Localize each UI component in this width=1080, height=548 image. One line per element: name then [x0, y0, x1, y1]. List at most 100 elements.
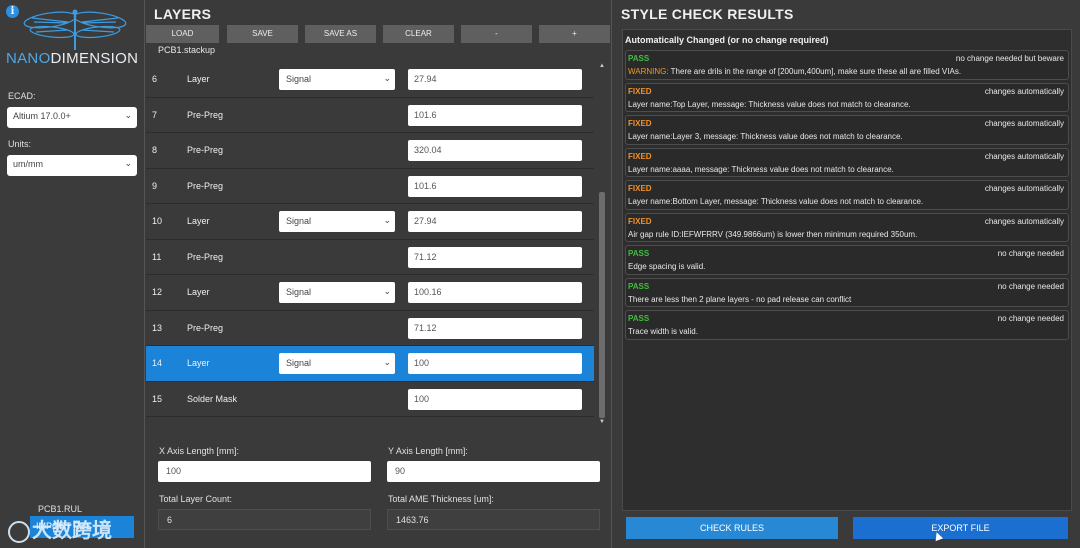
clear-button[interactable]: CLEAR	[383, 25, 454, 43]
layer-number: 15	[152, 393, 163, 404]
layer-kind-select[interactable]: Signal ⌄	[279, 211, 395, 232]
style-check-title: STYLE CHECK RESULTS	[621, 6, 794, 22]
layers-title: LAYERS	[154, 6, 212, 22]
ecad-label: ECAD:	[8, 91, 36, 101]
result-item: FIXED changes automatically Layer name:B…	[625, 180, 1069, 210]
layer-type: Layer	[187, 358, 210, 368]
result-action: no change needed	[997, 314, 1064, 323]
result-message: Layer name:aaaa, message: Thickness valu…	[628, 164, 894, 174]
result-item: PASS no change needed Trace width is val…	[625, 310, 1069, 340]
layers-panel: LAYERS LOAD SAVE SAVE AS CLEAR - + PCB1.…	[146, 0, 612, 548]
result-item: PASS no change needed There are less the…	[625, 277, 1069, 307]
result-action: no change needed but beware	[955, 54, 1064, 63]
layer-thickness-input[interactable]: 100	[408, 353, 582, 374]
results-list: PASS no change needed but beware WARNING…	[623, 50, 1071, 343]
scroll-up-icon[interactable]: ▲	[598, 63, 606, 69]
layer-kind-value: Signal	[286, 74, 312, 84]
layer-thickness-input[interactable]: 101.6	[408, 104, 582, 126]
layer-type: Layer	[187, 216, 210, 226]
table-row[interactable]: 10 Layer Signal ⌄ 27.94	[146, 204, 594, 240]
result-action: no change needed	[997, 281, 1064, 291]
layer-kind-value: Signal	[286, 216, 312, 226]
warning-text: There are drils in the range of [200um,4…	[668, 67, 962, 76]
layer-type: Pre-Preg	[187, 251, 224, 262]
result-action: changes automatically	[984, 216, 1064, 226]
units-select[interactable]: um/mm ⌄	[7, 155, 137, 176]
scroll-down-icon[interactable]: ▼	[598, 419, 606, 425]
layer-table: 6 Layer Signal ⌄ 27.94 7 Pre-Preg 101.6 8…	[146, 62, 594, 417]
style-check-panel: STYLE CHECK RESULTS Automatically Change…	[613, 0, 1080, 548]
table-row[interactable]: 9 Pre-Preg 101.6	[146, 169, 594, 204]
layer-thickness-input[interactable]: 71.12	[408, 317, 582, 339]
table-row[interactable]: 12 Layer Signal ⌄ 100.16	[146, 275, 594, 311]
result-action: changes automatically	[984, 119, 1064, 128]
layer-kind-select[interactable]: Signal ⌄	[279, 69, 395, 90]
table-row[interactable]: 13 Pre-Preg 71.12	[146, 311, 594, 346]
result-message: There are less then 2 plane layers - no …	[628, 294, 852, 304]
watermark-logo-icon	[8, 520, 30, 543]
layer-type: Layer	[187, 74, 210, 84]
result-action: changes automatically	[984, 86, 1064, 96]
stackup-file-name: PCB1.stackup	[158, 45, 216, 55]
layer-kind-select[interactable]: Signal ⌄	[279, 282, 395, 303]
rul-file-name: PCB1.RUL	[38, 504, 83, 514]
dragonfly-logo-icon	[23, 9, 127, 50]
remove-layer-button[interactable]: -	[461, 25, 532, 43]
chevron-down-icon: ⌄	[383, 357, 391, 367]
add-layer-button[interactable]: +	[539, 25, 610, 43]
sidebar: i NANODIMENSION ECAD: Altium 17.0.0+ ⌄ U…	[0, 0, 145, 548]
layer-thickness-input[interactable]: 71.12	[408, 246, 582, 268]
chevron-down-icon: ⌄	[383, 215, 391, 225]
result-item: FIXED changes automatically Layer name:a…	[625, 147, 1069, 177]
status-badge: PASS	[628, 54, 650, 63]
ecad-select-value: Altium 17.0.0+	[13, 111, 71, 121]
table-row[interactable]: 8 Pre-Preg 320.04	[146, 133, 594, 169]
table-row-selected[interactable]: 14 Layer Signal ⌄ 100	[146, 346, 594, 382]
info-icon[interactable]: i	[6, 5, 19, 18]
layer-number: 6	[152, 74, 158, 84]
layer-thickness-input[interactable]: 27.94	[408, 69, 582, 90]
layer-thickness-input[interactable]: 101.6	[408, 175, 582, 197]
layer-thickness-input[interactable]: 320.04	[408, 140, 582, 161]
result-item: FIXED changes automatically Air gap rule…	[625, 212, 1069, 242]
table-row[interactable]: 6 Layer Signal ⌄ 27.94	[146, 62, 594, 98]
table-row[interactable]: 7 Pre-Preg 101.6	[146, 98, 594, 133]
layer-kind-value: Signal	[286, 287, 312, 297]
check-rules-button[interactable]: CHECK RULES	[626, 517, 838, 539]
status-badge: PASS	[628, 249, 650, 258]
scroll-thumb[interactable]	[599, 192, 605, 418]
status-badge: PASS	[628, 281, 650, 291]
status-badge: FIXED	[628, 86, 652, 96]
result-item: PASS no change needed but beware WARNING…	[625, 50, 1069, 80]
status-badge: FIXED	[628, 119, 652, 128]
layer-table-scrollbar[interactable]: ▲ ▼	[598, 62, 606, 426]
layer-number: 11	[152, 251, 162, 262]
result-item: FIXED changes automatically Layer name:L…	[625, 115, 1069, 145]
units-select-value: um/mm	[13, 159, 43, 169]
layer-count-label: Total Layer Count:	[159, 494, 233, 504]
save-button[interactable]: SAVE	[227, 25, 298, 43]
watermark-text: 大数跨境	[32, 518, 112, 542]
chevron-down-icon: ⌄	[383, 286, 391, 296]
y-axis-label: Y Axis Length [mm]:	[388, 446, 468, 456]
chevron-down-icon: ⌄	[383, 73, 391, 83]
y-axis-input[interactable]: 90	[387, 461, 600, 482]
export-file-button[interactable]: EXPORT FILE	[853, 517, 1068, 539]
result-item: FIXED changes automatically Layer name:T…	[625, 82, 1069, 112]
load-button[interactable]: LOAD	[146, 25, 219, 43]
layer-thickness-input[interactable]: 100.16	[408, 282, 582, 303]
watermark: 大数跨境	[8, 514, 112, 543]
x-axis-input[interactable]: 100	[158, 461, 371, 482]
status-badge: FIXED	[628, 151, 652, 161]
save-as-button[interactable]: SAVE AS	[305, 25, 376, 43]
layer-kind-value: Signal	[286, 358, 312, 368]
result-action: no change needed	[997, 249, 1064, 258]
layer-thickness-input[interactable]: 27.94	[408, 211, 582, 232]
brand-wordmark: NANODIMENSION	[6, 50, 139, 67]
ecad-select[interactable]: Altium 17.0.0+ ⌄	[7, 107, 137, 128]
table-row[interactable]: 11 Pre-Preg 71.12	[146, 240, 594, 275]
layer-kind-select[interactable]: Signal ⌄	[279, 353, 395, 374]
table-row[interactable]: 15 Solder Mask 100	[146, 382, 594, 417]
result-item: PASS no change needed Edge spacing is va…	[625, 245, 1069, 275]
layer-thickness-input[interactable]: 100	[408, 388, 582, 410]
